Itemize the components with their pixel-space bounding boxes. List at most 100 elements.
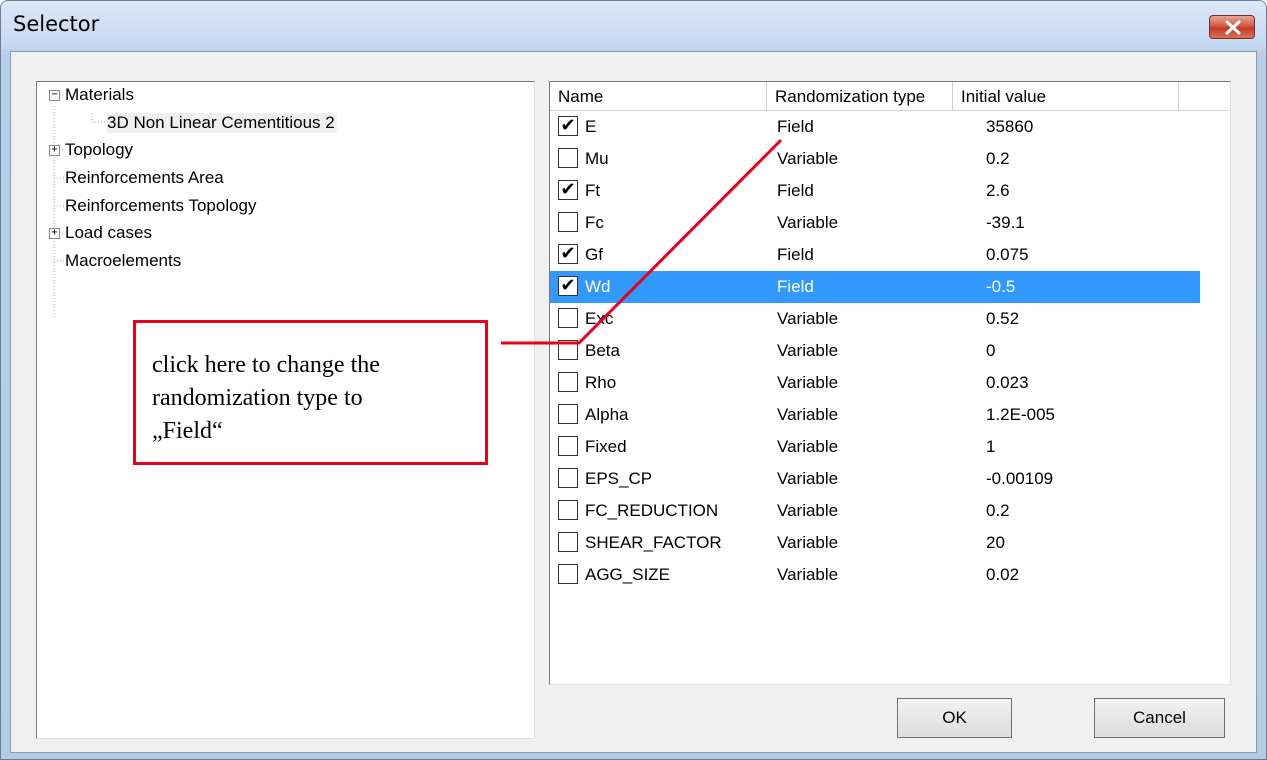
row-name-cell: Beta	[585, 341, 620, 360]
row-checkbox[interactable]	[558, 468, 578, 488]
row-initial-value-cell: 0.075	[986, 245, 1029, 264]
table-row[interactable]: Rho Variable 0.023	[550, 367, 1200, 399]
row-initial-value-cell: 0.02	[986, 565, 1020, 584]
callout-line-2: randomization type to	[152, 385, 363, 411]
row-name-cell: Rho	[585, 373, 617, 392]
table-row[interactable]: ✔ E Field 35860	[550, 111, 1200, 143]
row-randomization-type-cell[interactable]: Field	[777, 239, 814, 271]
row-checkbox[interactable]	[558, 148, 578, 168]
row-randomization-type-cell[interactable]: Variable	[777, 303, 838, 335]
row-initial-value-cell: 0	[986, 341, 996, 360]
row-randomization-type-cell[interactable]: Field	[777, 175, 814, 207]
tree-expander-minus-icon[interactable]: −	[49, 90, 60, 101]
row-name-cell: Alpha	[585, 405, 629, 424]
table-row[interactable]: ✔ Gf Field 0.075	[550, 239, 1200, 271]
tree-item[interactable]: Reinforcements Topology	[65, 196, 257, 216]
row-checkbox[interactable]	[558, 404, 578, 424]
row-name-cell: Exc	[585, 309, 614, 328]
table-row[interactable]: Exc Variable 0.52	[550, 303, 1200, 335]
row-name-cell: Fc	[585, 213, 604, 232]
table-row[interactable]: ✔ Ft Field 2.6	[550, 175, 1200, 207]
row-randomization-type-cell[interactable]: Variable	[777, 207, 838, 239]
row-initial-value-cell: 0.52	[986, 309, 1020, 328]
row-name-cell: Fixed	[585, 437, 627, 456]
row-name-cell: Mu	[585, 149, 609, 168]
row-randomization-type-cell[interactable]: Variable	[777, 399, 838, 431]
table-row[interactable]: ✔ Wd Field -0.5	[550, 271, 1200, 303]
row-randomization-type-cell[interactable]: Variable	[777, 559, 838, 591]
table-row[interactable]: Alpha Variable 1.2E-005	[550, 399, 1200, 431]
tree-item[interactable]: Topology	[65, 140, 133, 160]
column-header-spacer	[1179, 82, 1230, 111]
row-checkbox[interactable]	[558, 372, 578, 392]
row-checkbox[interactable]	[558, 308, 578, 328]
row-initial-value-cell: 0.023	[986, 373, 1029, 392]
table-row[interactable]: SHEAR_FACTOR Variable 20	[550, 527, 1200, 559]
column-header-randomization-type[interactable]: Randomization type	[767, 82, 953, 111]
row-randomization-type-cell[interactable]: Variable	[777, 463, 838, 495]
table-row[interactable]: FC_REDUCTION Variable 0.2	[550, 495, 1200, 527]
row-randomization-type-cell[interactable]: Field	[777, 111, 814, 143]
title-bar[interactable]: Selector	[1, 1, 1266, 49]
table-row[interactable]: Fixed Variable 1	[550, 431, 1200, 463]
row-name-cell: E	[585, 117, 597, 136]
parameter-list[interactable]: Name Randomization type Initial value ✔ E…	[549, 81, 1231, 685]
row-initial-value-cell: -0.5	[986, 277, 1016, 296]
cancel-button[interactable]: Cancel	[1094, 698, 1225, 738]
table-row[interactable]: Beta Variable 0	[550, 335, 1200, 367]
row-initial-value-cell: 20	[986, 533, 1005, 552]
column-header-initial-value[interactable]: Initial value	[953, 82, 1179, 111]
close-icon	[1225, 20, 1241, 35]
close-button[interactable]	[1209, 15, 1255, 39]
row-initial-value-cell: 1	[986, 437, 996, 456]
row-checkbox[interactable]: ✔	[558, 244, 578, 264]
row-checkbox[interactable]: ✔	[558, 180, 578, 200]
row-initial-value-cell: -0.00109	[986, 469, 1054, 488]
table-row[interactable]: Mu Variable 0.2	[550, 143, 1200, 175]
row-name-cell: SHEAR_FACTOR	[585, 533, 722, 552]
annotation-callout: click here to change the randomization t…	[133, 320, 488, 465]
row-randomization-type-cell[interactable]: Variable	[777, 335, 838, 367]
row-name-cell: Wd	[585, 277, 611, 296]
tree-item[interactable]: Macroelements	[65, 251, 181, 271]
row-initial-value-cell: 1.2E-005	[986, 405, 1055, 424]
row-initial-value-cell: 0.2	[986, 149, 1010, 168]
row-checkbox[interactable]	[558, 212, 578, 232]
row-checkbox[interactable]	[558, 500, 578, 520]
callout-line-1: click here to change the	[152, 352, 380, 378]
tree-item[interactable]: Load cases	[65, 223, 152, 243]
row-name-cell: FC_REDUCTION	[585, 501, 719, 520]
tree-item[interactable]: 3D Non Linear Cementitious 2	[107, 113, 337, 133]
row-initial-value-cell: 0.2	[986, 501, 1010, 520]
row-checkbox[interactable]	[558, 564, 578, 584]
row-randomization-type-cell[interactable]: Field	[777, 271, 814, 303]
tree-item[interactable]: Reinforcements Area	[65, 168, 224, 188]
row-name-cell: EPS_CP	[585, 469, 653, 488]
table-row[interactable]: EPS_CP Variable -0.00109	[550, 463, 1200, 495]
row-checkbox[interactable]: ✔	[558, 276, 578, 296]
row-initial-value-cell: 2.6	[986, 181, 1010, 200]
table-row[interactable]: AGG_SIZE Variable 0.02	[550, 559, 1200, 591]
table-row[interactable]: Fc Variable -39.1	[550, 207, 1200, 239]
tree-item[interactable]: Materials	[65, 85, 134, 105]
row-initial-value-cell: -39.1	[986, 213, 1025, 232]
row-randomization-type-cell[interactable]: Variable	[777, 431, 838, 463]
selector-window: Selector − Materials 3D Non Linear Cemen…	[0, 0, 1267, 760]
row-randomization-type-cell[interactable]: Variable	[777, 367, 838, 399]
tree-expander-plus-icon[interactable]: +	[49, 228, 60, 239]
row-checkbox[interactable]	[558, 436, 578, 456]
column-header-name[interactable]: Name	[550, 82, 767, 111]
callout-line-3: „Field“	[152, 418, 223, 444]
row-initial-value-cell: 35860	[986, 117, 1034, 136]
row-name-cell: Gf	[585, 245, 603, 264]
tree-expander-plus-icon[interactable]: +	[49, 145, 60, 156]
row-randomization-type-cell[interactable]: Variable	[777, 495, 838, 527]
row-checkbox[interactable]	[558, 532, 578, 552]
row-randomization-type-cell[interactable]: Variable	[777, 527, 838, 559]
row-randomization-type-cell[interactable]: Variable	[777, 143, 838, 175]
row-checkbox[interactable]: ✔	[558, 116, 578, 136]
ok-button[interactable]: OK	[897, 698, 1012, 738]
row-name-cell: AGG_SIZE	[585, 565, 671, 584]
row-name-cell: Ft	[585, 181, 601, 200]
row-checkbox[interactable]	[558, 340, 578, 360]
